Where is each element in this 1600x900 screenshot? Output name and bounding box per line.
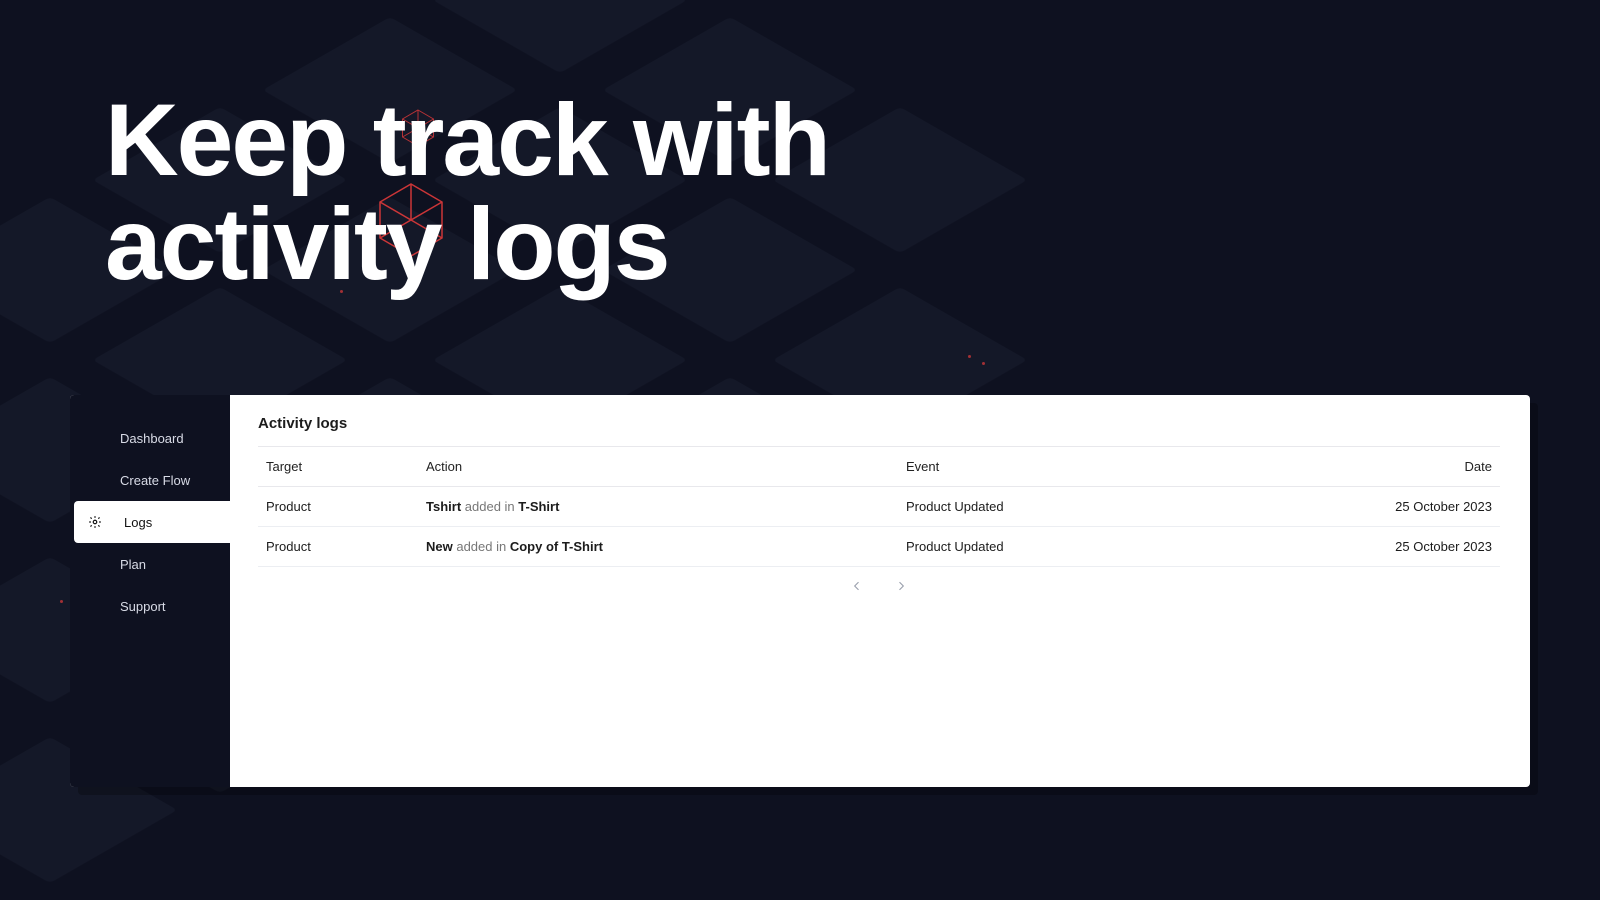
cell-target: Product (258, 527, 418, 567)
hero-heading: Keep track with activity logs (105, 88, 829, 296)
col-event: Event (898, 447, 1320, 487)
next-page-button[interactable] (892, 577, 910, 595)
sidebar-item-label: Create Flow (120, 473, 190, 488)
cell-target: Product (258, 487, 418, 527)
cell-event: Product Updated (898, 487, 1320, 527)
sidebar-item-logs[interactable]: Logs (74, 501, 230, 543)
col-target: Target (258, 447, 418, 487)
cell-event: Product Updated (898, 527, 1320, 567)
hero-line-2: activity logs (105, 192, 829, 296)
content-panel: Activity logs Target Action Event Date P… (230, 395, 1530, 787)
gear-icon (88, 515, 102, 529)
sidebar-item-label: Dashboard (120, 431, 184, 446)
page-title: Activity logs (258, 415, 1500, 446)
sidebar-item-plan[interactable]: Plan (70, 543, 230, 585)
table-header-row: Target Action Event Date (258, 447, 1500, 487)
sidebar-item-label: Plan (120, 557, 146, 572)
cell-action: New added in Copy of T-Shirt (418, 527, 898, 567)
sidebar-item-support[interactable]: Support (70, 585, 230, 627)
hero-line-1: Keep track with (105, 88, 829, 192)
table-row: Product New added in Copy of T-Shirt Pro… (258, 527, 1500, 567)
table-row: Product Tshirt added in T-Shirt Product … (258, 487, 1500, 527)
prev-page-button[interactable] (848, 577, 866, 595)
sidebar-item-create-flow[interactable]: Create Flow (70, 459, 230, 501)
cell-action: Tshirt added in T-Shirt (418, 487, 898, 527)
arrow-left-icon (850, 579, 864, 593)
cell-date: 25 October 2023 (1320, 487, 1500, 527)
cell-date: 25 October 2023 (1320, 527, 1500, 567)
sidebar-item-label: Logs (124, 515, 152, 530)
sidebar-item-label: Support (120, 599, 166, 614)
app-card: Dashboard Create Flow Logs Plan Support … (70, 395, 1530, 787)
arrow-right-icon (894, 579, 908, 593)
col-action: Action (418, 447, 898, 487)
col-date: Date (1320, 447, 1500, 487)
sidebar: Dashboard Create Flow Logs Plan Support (70, 395, 230, 787)
sidebar-item-dashboard[interactable]: Dashboard (70, 417, 230, 459)
pager (258, 567, 1500, 595)
log-table: Target Action Event Date Product Tshirt … (258, 446, 1500, 567)
